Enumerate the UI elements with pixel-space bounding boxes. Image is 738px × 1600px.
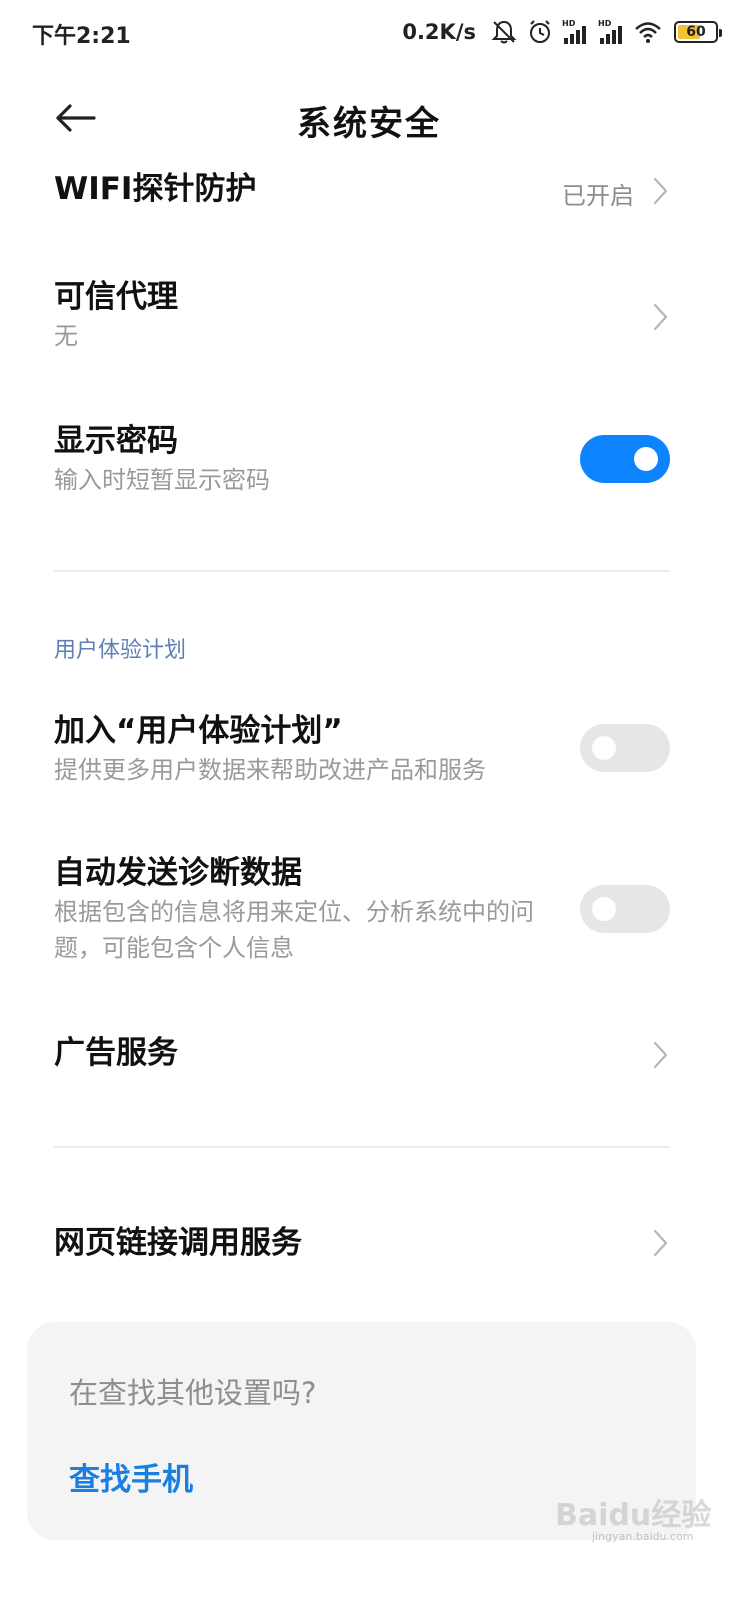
status-icons: 0.2K/s HD HD 60 xyxy=(402,16,722,48)
network-speed: 0.2K/s xyxy=(402,20,476,44)
show-password-subtitle: 输入时短暂显示密码 xyxy=(54,466,270,494)
hd-signal-icon: HD xyxy=(598,19,622,44)
divider xyxy=(54,1146,670,1148)
wifi-icon xyxy=(635,22,661,43)
svg-text:HD: HD xyxy=(598,19,612,28)
toggle-knob xyxy=(592,736,616,760)
chevron-right-icon xyxy=(653,1229,668,1257)
wifi-probe-value: 已开启 xyxy=(562,182,634,210)
baidu-watermark: Baidu经验 xyxy=(555,1498,712,1533)
section-header-user-experience: 用户体验计划 xyxy=(54,638,187,663)
mute-bell-icon xyxy=(491,20,517,44)
status-time: 下午2:21 xyxy=(32,24,131,49)
title-bar: 系统安全 xyxy=(0,80,738,156)
auto-diagnostics-subtitle: 根据包含的信息将用来定位、分析系统中的问题，可能包含个人信息 xyxy=(54,898,534,962)
auto-diagnostics-title: 自动发送诊断数据 xyxy=(54,855,302,891)
show-password-toggle[interactable] xyxy=(580,435,670,483)
suggestion-question: 在查找其他设置吗? xyxy=(69,1376,317,1410)
auto-diagnostics-toggle[interactable] xyxy=(580,885,670,933)
divider xyxy=(54,570,670,572)
hd-signal-icon: HD xyxy=(562,19,586,44)
join-ux-subtitle: 提供更多用户数据来帮助改进产品和服务 xyxy=(54,756,486,784)
trusted-agent-subtitle: 无 xyxy=(54,322,78,350)
join-ux-row: 加入“用户体验计划” 提供更多用户数据来帮助改进产品和服务 xyxy=(54,710,670,794)
alarm-icon xyxy=(530,20,550,43)
web-link-service-row[interactable]: 网页链接调用服务 xyxy=(54,1222,670,1272)
show-password-title: 显示密码 xyxy=(54,423,178,459)
page-title: 系统安全 xyxy=(297,104,441,144)
status-bar: 下午2:21 0.2K/s HD HD 60 xyxy=(0,0,738,66)
join-ux-toggle[interactable] xyxy=(580,724,670,772)
trusted-agent-title: 可信代理 xyxy=(54,279,178,315)
web-link-service-title: 网页链接调用服务 xyxy=(54,1225,302,1261)
chevron-right-icon xyxy=(653,303,668,331)
join-ux-title: 加入“用户体验计划” xyxy=(54,713,343,749)
trusted-agent-row[interactable]: 可信代理 无 xyxy=(54,276,670,360)
wifi-probe-row[interactable]: WIFI探针防护 已开启 xyxy=(54,168,670,218)
ad-service-title: 广告服务 xyxy=(54,1035,178,1071)
show-password-row: 显示密码 输入时短暂显示密码 xyxy=(54,420,670,504)
battery-level: 60 xyxy=(686,24,706,40)
battery-icon: 60 xyxy=(674,21,722,43)
toggle-knob xyxy=(592,897,616,921)
auto-diagnostics-row: 自动发送诊断数据 根据包含的信息将用来定位、分析系统中的问题，可能包含个人信息 xyxy=(54,852,670,972)
svg-text:HD: HD xyxy=(562,19,576,28)
chevron-right-icon xyxy=(653,177,668,205)
toggle-knob xyxy=(634,447,658,471)
chevron-right-icon xyxy=(653,1041,668,1069)
baidu-watermark-url: jingyan.baidu.com xyxy=(592,1530,694,1543)
find-phone-link[interactable]: 查找手机 xyxy=(69,1454,193,1499)
ad-service-row[interactable]: 广告服务 xyxy=(54,1032,670,1082)
